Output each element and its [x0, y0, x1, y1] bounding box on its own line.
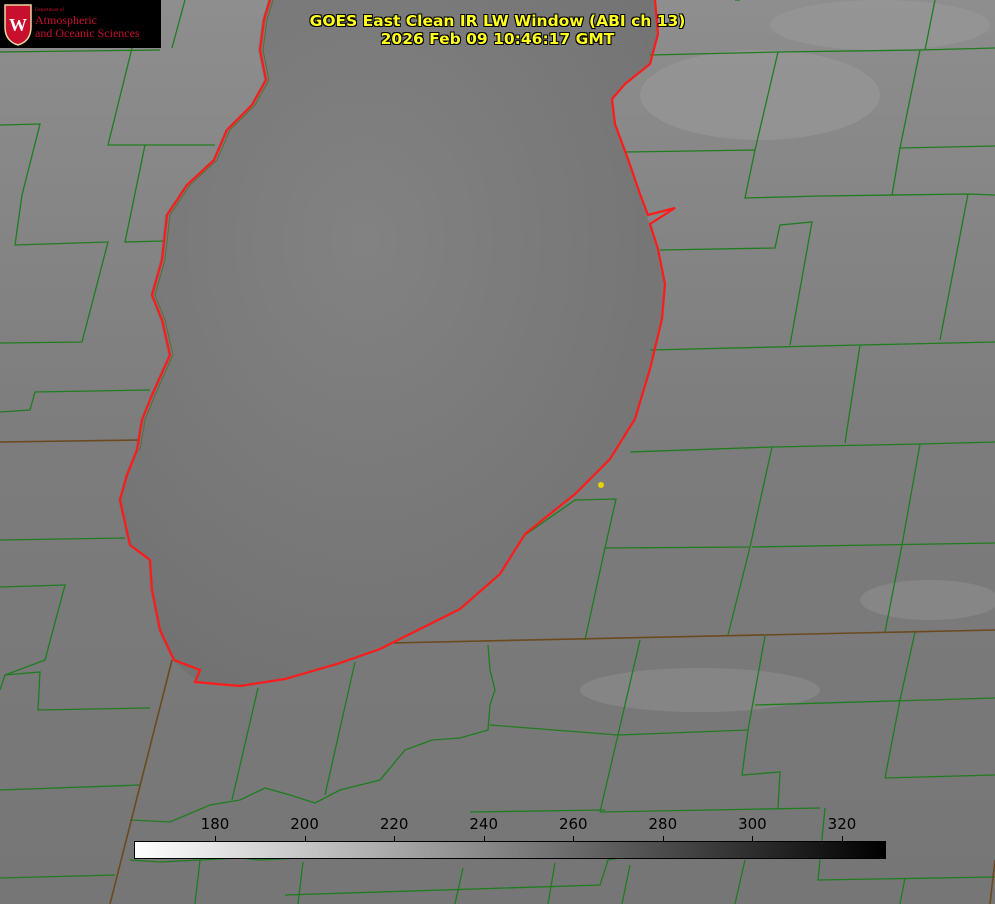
- colorbar-tick-label: 240: [469, 815, 499, 833]
- satellite-map-viewer: W Department of Atmospheric and Oceanic …: [0, 0, 995, 904]
- satellite-image: [0, 0, 995, 904]
- colorbar-tick-mark: [483, 836, 485, 841]
- colorbar-tick-mark: [842, 836, 843, 841]
- title-timestamp: 2026 Feb 09 10:46:17 GMT: [380, 30, 615, 48]
- location-marker: [598, 482, 604, 488]
- colorbar-tick-label: 220: [379, 815, 409, 833]
- colorbar: [134, 841, 886, 859]
- colorbar-tick-label: 280: [648, 815, 678, 833]
- colorbar-tick-mark: [662, 836, 664, 841]
- colorbar-tick-mark: [215, 836, 216, 841]
- cloud-patch: [860, 580, 995, 620]
- colorbar-tick-mark: [304, 836, 306, 841]
- colorbar-tick-mark: [394, 836, 396, 841]
- colorbar-tick-mark: [752, 836, 754, 841]
- title-line1: GOES East Clean IR LW Window (ABI ch 13): [309, 12, 686, 30]
- colorbar-tick-label: 300: [738, 815, 767, 833]
- colorbar-tick-label: 200: [290, 815, 319, 833]
- image-title: GOES East Clean IR LW Window (ABI ch 13)…: [0, 12, 995, 48]
- colorbar-tick-label: 320: [827, 815, 857, 833]
- colorbar-tick-mark: [573, 836, 575, 841]
- cloud-patch: [580, 668, 820, 712]
- colorbar-tick-label: 180: [200, 815, 230, 833]
- colorbar-tick-label: 260: [558, 815, 588, 833]
